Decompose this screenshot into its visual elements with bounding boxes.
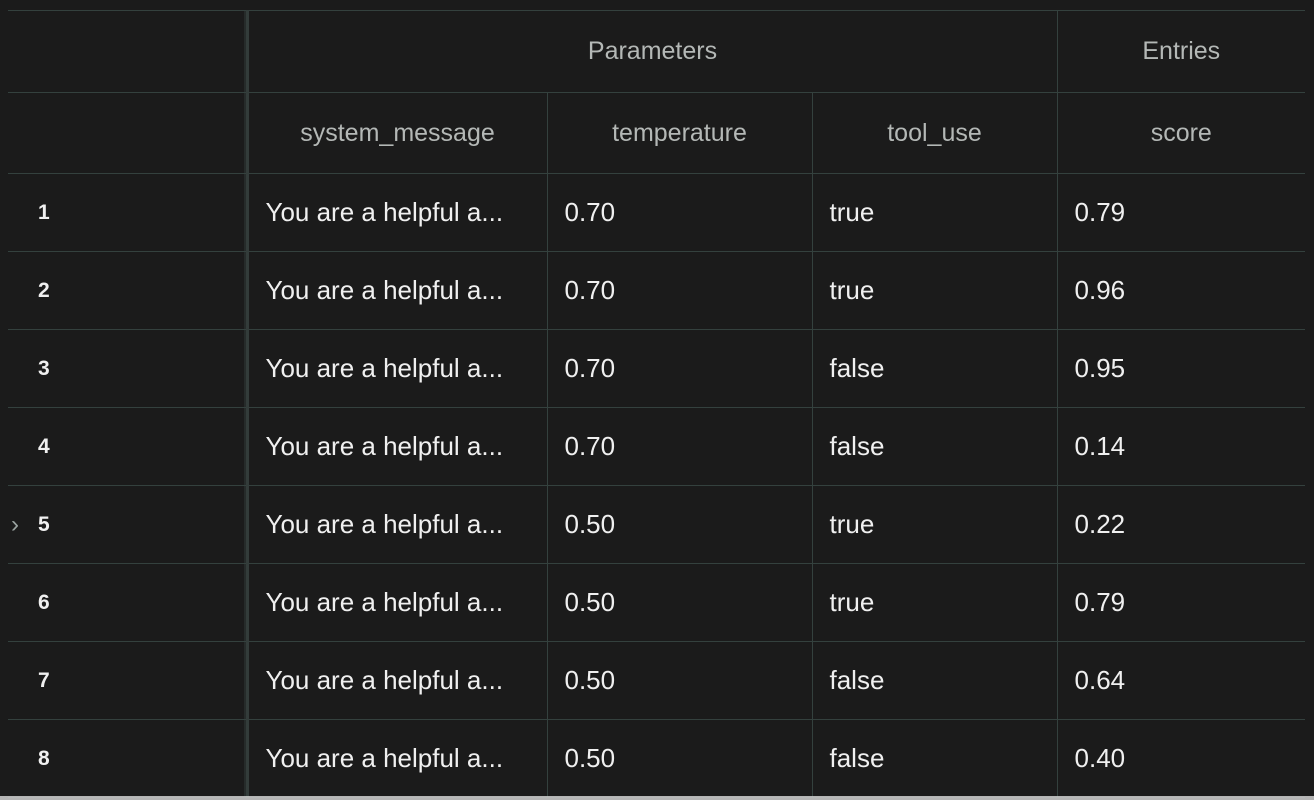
row-index-label: 7 [38,668,50,692]
group-header-row: Parameters Entries [8,10,1305,93]
group-header-index [8,10,249,93]
cell-tool-use[interactable]: false [811,719,1058,798]
group-header-entries[interactable]: Entries [1056,10,1305,93]
cell-temperature[interactable]: 0.70 [546,251,813,330]
table-row[interactable]: ›2You are a helpful a...0.70true0.96 [8,251,1305,330]
cell-temperature[interactable]: 0.50 [546,719,813,798]
cell-tool-use[interactable]: true [811,173,1058,252]
cell-temperature[interactable]: 0.50 [546,485,813,564]
column-header-system-message[interactable]: system_message [246,92,548,174]
cell-score[interactable]: 0.79 [1056,173,1305,252]
cell-system-message[interactable]: You are a helpful a... [246,329,548,408]
cell-system-message[interactable]: You are a helpful a... [246,251,548,330]
row-index: ›7 [8,641,249,720]
table-row[interactable]: ›8You are a helpful a...0.50false0.40 [8,719,1305,798]
cell-system-message[interactable]: You are a helpful a... [246,719,548,798]
row-index-label: 8 [38,746,50,770]
table-row[interactable]: ›6You are a helpful a...0.50true0.79 [8,563,1305,642]
cell-tool-use[interactable]: false [811,641,1058,720]
column-header-index [8,92,249,174]
cell-system-message[interactable]: You are a helpful a... [246,563,548,642]
row-index-label: 6 [38,590,50,614]
row-index: ›1 [8,173,249,252]
results-table-container: Parameters Entries system_message temper… [8,10,1305,800]
cell-tool-use[interactable]: true [811,485,1058,564]
cell-temperature[interactable]: 0.50 [546,563,813,642]
row-index: ›4 [8,407,249,486]
cell-tool-use[interactable]: false [811,329,1058,408]
cell-temperature[interactable]: 0.70 [546,329,813,408]
cell-score[interactable]: 0.79 [1056,563,1305,642]
cell-system-message[interactable]: You are a helpful a... [246,641,548,720]
column-header-row: system_message temperature tool_use scor… [8,92,1305,174]
cell-score[interactable]: 0.96 [1056,251,1305,330]
row-index: ›2 [8,251,249,330]
row-index-label: 5 [38,512,50,536]
cell-system-message[interactable]: You are a helpful a... [246,407,548,486]
cell-system-message[interactable]: You are a helpful a... [246,485,548,564]
table-row[interactable]: › 5 You are a helpful a... 0.50 true 0.22 [8,485,1305,564]
cell-score[interactable]: 0.40 [1056,719,1305,798]
table-header: Parameters Entries system_message temper… [8,10,1305,174]
results-table: Parameters Entries system_message temper… [8,10,1305,798]
cell-tool-use[interactable]: false [811,407,1058,486]
table-row[interactable]: ›3You are a helpful a...0.70false0.95 [8,329,1305,408]
cell-tool-use[interactable]: true [811,251,1058,330]
row-index: ›6 [8,563,249,642]
row-index-label: 2 [38,278,50,302]
cell-system-message[interactable]: You are a helpful a... [246,173,548,252]
row-index-label: 1 [38,200,50,224]
cell-temperature[interactable]: 0.70 [546,407,813,486]
column-header-score[interactable]: score [1056,92,1305,174]
cell-score[interactable]: 0.14 [1056,407,1305,486]
cell-temperature[interactable]: 0.50 [546,641,813,720]
row-index-label: 3 [38,356,50,380]
cell-temperature[interactable]: 0.70 [546,173,813,252]
table-row[interactable]: ›7You are a helpful a...0.50false0.64 [8,641,1305,720]
group-header-parameters[interactable]: Parameters [246,10,1058,93]
row-index: › 5 [8,485,249,564]
table-body: ›1You are a helpful a...0.70true0.79›2Yo… [8,173,1305,798]
cell-score[interactable]: 0.22 [1056,485,1305,564]
horizontal-scrollbar[interactable] [0,796,1314,800]
column-header-temperature[interactable]: temperature [546,92,813,174]
cell-score[interactable]: 0.95 [1056,329,1305,408]
row-index: ›3 [8,329,249,408]
column-header-tool-use[interactable]: tool_use [811,92,1058,174]
chevron-right-icon[interactable]: › [11,511,19,539]
row-index: ›8 [8,719,249,798]
table-row[interactable]: ›4You are a helpful a...0.70false0.14 [8,407,1305,486]
table-row[interactable]: ›1You are a helpful a...0.70true0.79 [8,173,1305,252]
row-index-label: 4 [38,434,50,458]
cell-tool-use[interactable]: true [811,563,1058,642]
cell-score[interactable]: 0.64 [1056,641,1305,720]
